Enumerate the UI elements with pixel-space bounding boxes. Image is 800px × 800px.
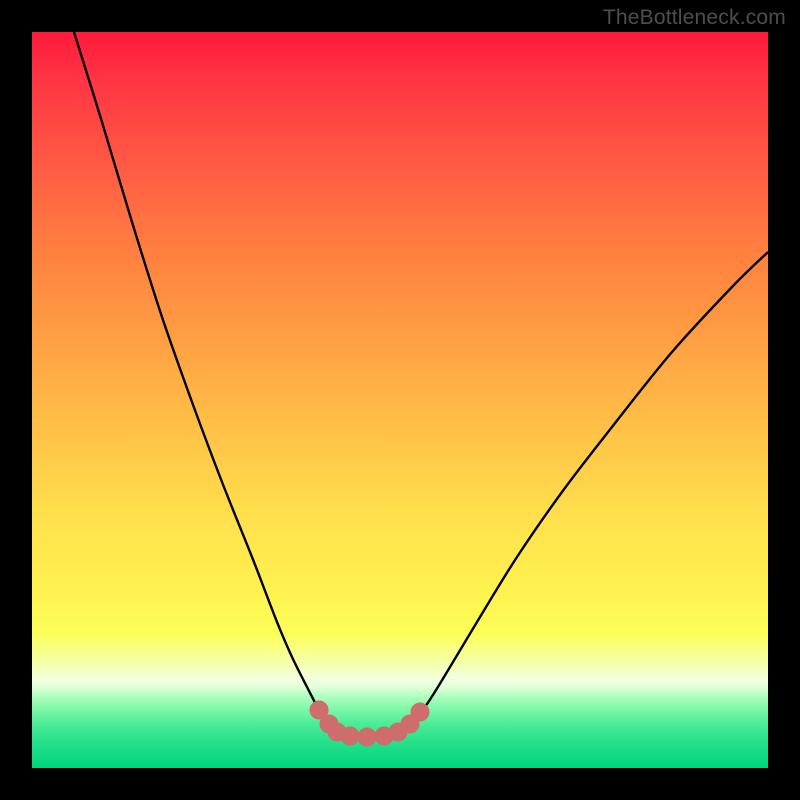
curve-markers: [310, 701, 429, 746]
curve-marker: [358, 728, 376, 746]
plot-area: [32, 32, 768, 768]
chart-frame: TheBottleneck.com: [0, 0, 800, 800]
watermark-text: TheBottleneck.com: [603, 6, 786, 30]
curve-marker: [411, 703, 429, 721]
bottleneck-curve: [74, 32, 768, 737]
curve-marker: [341, 727, 359, 745]
bottleneck-curve-svg: [32, 32, 768, 768]
